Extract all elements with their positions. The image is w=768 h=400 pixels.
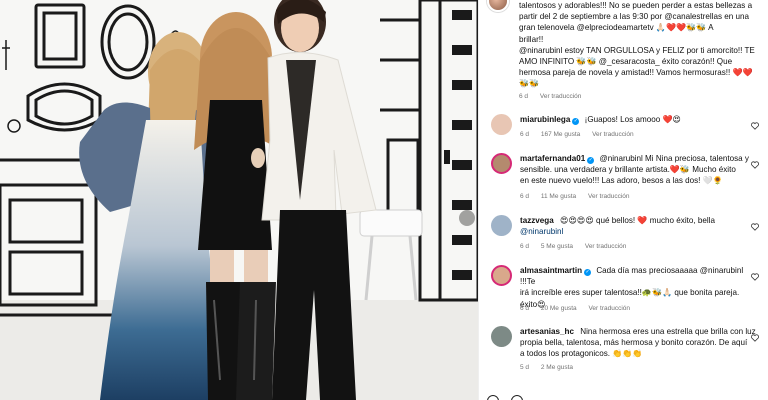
caption-text: talentosos y adorables!!! No se pueden p… (519, 0, 765, 90)
verified-badge-icon: ✓ (584, 269, 592, 276)
comment-age: 6 d (520, 243, 530, 250)
avatar[interactable] (491, 215, 512, 236)
post-image (0, 0, 478, 400)
caption-age: 6 d (519, 93, 529, 100)
avatar[interactable] (491, 114, 512, 135)
action-bar (487, 394, 763, 400)
comment-username[interactable]: almasaintmartin (520, 266, 582, 275)
comment-text: irá increíble eres super talentosa!!🐢🐝🙏🏻… (520, 288, 740, 298)
author-avatar[interactable] (487, 0, 509, 12)
comment-body: tazzvega 😍😍😍😍 qué bellos! ❤️ mucho éxito… (520, 215, 756, 237)
like-heart-icon[interactable] (751, 329, 759, 342)
comment-text: @ninarubinl Mi Nina preciosa, talentosa … (599, 154, 749, 163)
translate-link[interactable]: Ver traducción (588, 305, 630, 312)
comment-text: en este nuevo vuelo!!! Las adoro, besos … (520, 176, 723, 186)
comment-likes[interactable]: 2 Me gusta (541, 364, 573, 371)
post-photo (0, 0, 478, 400)
comment-mention[interactable]: @ninarubinl (520, 227, 563, 236)
comment-likes[interactable]: 5 Me gusta (541, 243, 573, 250)
comment-age: 6 d (520, 193, 530, 200)
comment-text: sensible. una verdadera y brillante arti… (520, 165, 736, 175)
verified-badge-icon: ✓ (587, 157, 595, 164)
comment-meta: 6 d 20 Me gusta Ver traducción (520, 305, 640, 312)
comment-icon[interactable] (511, 395, 524, 400)
caption-line: hermosa pareja de novela y amistad!! Vam… (519, 68, 753, 78)
comment-username[interactable]: miarubinlega (520, 115, 570, 124)
comment-age: 6 d (520, 305, 530, 312)
comment-body: martafernanda01 ✓ @ninarubinl Mi Nina pre… (520, 153, 756, 187)
caption-line: brillar!! (519, 34, 544, 44)
comment-likes[interactable]: 11 Me gusta (541, 193, 576, 200)
comment-age: 6 d (520, 131, 530, 138)
comment-body: miarubinlega ✓ ¡Guapos! Los amooo ❤️😍 (520, 114, 756, 125)
comment-likes[interactable]: 167 Me gusta (541, 131, 580, 138)
caption-line: partir del 2 de septiembre a las 9:30 po… (519, 12, 750, 22)
comment-meta: 5 d 2 Me gusta (520, 364, 583, 371)
carousel-indicator[interactable] (459, 210, 475, 226)
caption-line: 🐝🐝 (519, 79, 540, 89)
comment-likes[interactable]: 20 Me gusta (541, 305, 577, 312)
translate-link[interactable]: Ver traducción (588, 193, 630, 200)
caption-line: gran telenovela @elpreciodeamartetv 🙏🏻❤️… (519, 23, 714, 33)
comment-body: artesanias_hc Nina hermosa eres una estr… (520, 326, 756, 360)
comment-text: Nina hermosa eres una estrella que brill… (580, 327, 756, 336)
comment-text: ¡Guapos! Los amooo ❤️😍 (584, 115, 681, 124)
caption-meta: 6 d Ver traducción (519, 93, 591, 100)
comment-text: a todos los protagonicos. 👏👏👏 (520, 349, 643, 359)
comment-body: almasaintmartin ✓ Cada día mas preciosaaa… (520, 265, 756, 310)
like-heart-icon[interactable] (751, 117, 759, 130)
caption-line: @ninarubinl estoy TAN ORGULLOSA y FELIZ … (519, 45, 755, 55)
comment-text: 😍😍😍😍 qué bellos! ❤️ mucho éxito, bella (560, 216, 715, 225)
comment-username[interactable]: tazzvega (520, 216, 554, 225)
translate-link[interactable]: Ver traducción (592, 131, 634, 138)
caption-line: talentosos y adorables!!! No se pueden p… (519, 1, 753, 10)
comment-meta: 6 d 5 Me gusta Ver traducción (520, 243, 636, 250)
comment-username[interactable]: artesanias_hc (520, 327, 574, 336)
caption-line: AMO INFINITO 🐝🐝 @_cesaracosta_ éxito cor… (519, 57, 733, 67)
comment-meta: 6 d 11 Me gusta Ver traducción (520, 193, 640, 200)
like-heart-icon[interactable] (751, 156, 759, 169)
translate-link[interactable]: Ver traducción (540, 93, 582, 100)
like-icon[interactable] (487, 395, 499, 400)
comments-panel: talentosos y adorables!!! No se pueden p… (478, 0, 768, 400)
verified-badge-icon: ✓ (572, 118, 580, 125)
comment-meta: 6 d 167 Me gusta Ver traducción (520, 131, 644, 138)
comment-age: 5 d (520, 364, 530, 371)
translate-link[interactable]: Ver traducción (585, 243, 627, 250)
avatar[interactable] (491, 265, 512, 286)
avatar[interactable] (491, 326, 512, 347)
like-heart-icon[interactable] (751, 218, 759, 231)
comment-username[interactable]: martafernanda01 (520, 154, 585, 163)
comment-text: propia bella, talentosa, más hermosa y b… (520, 338, 748, 348)
like-heart-icon[interactable] (751, 268, 759, 281)
avatar[interactable] (491, 153, 512, 174)
